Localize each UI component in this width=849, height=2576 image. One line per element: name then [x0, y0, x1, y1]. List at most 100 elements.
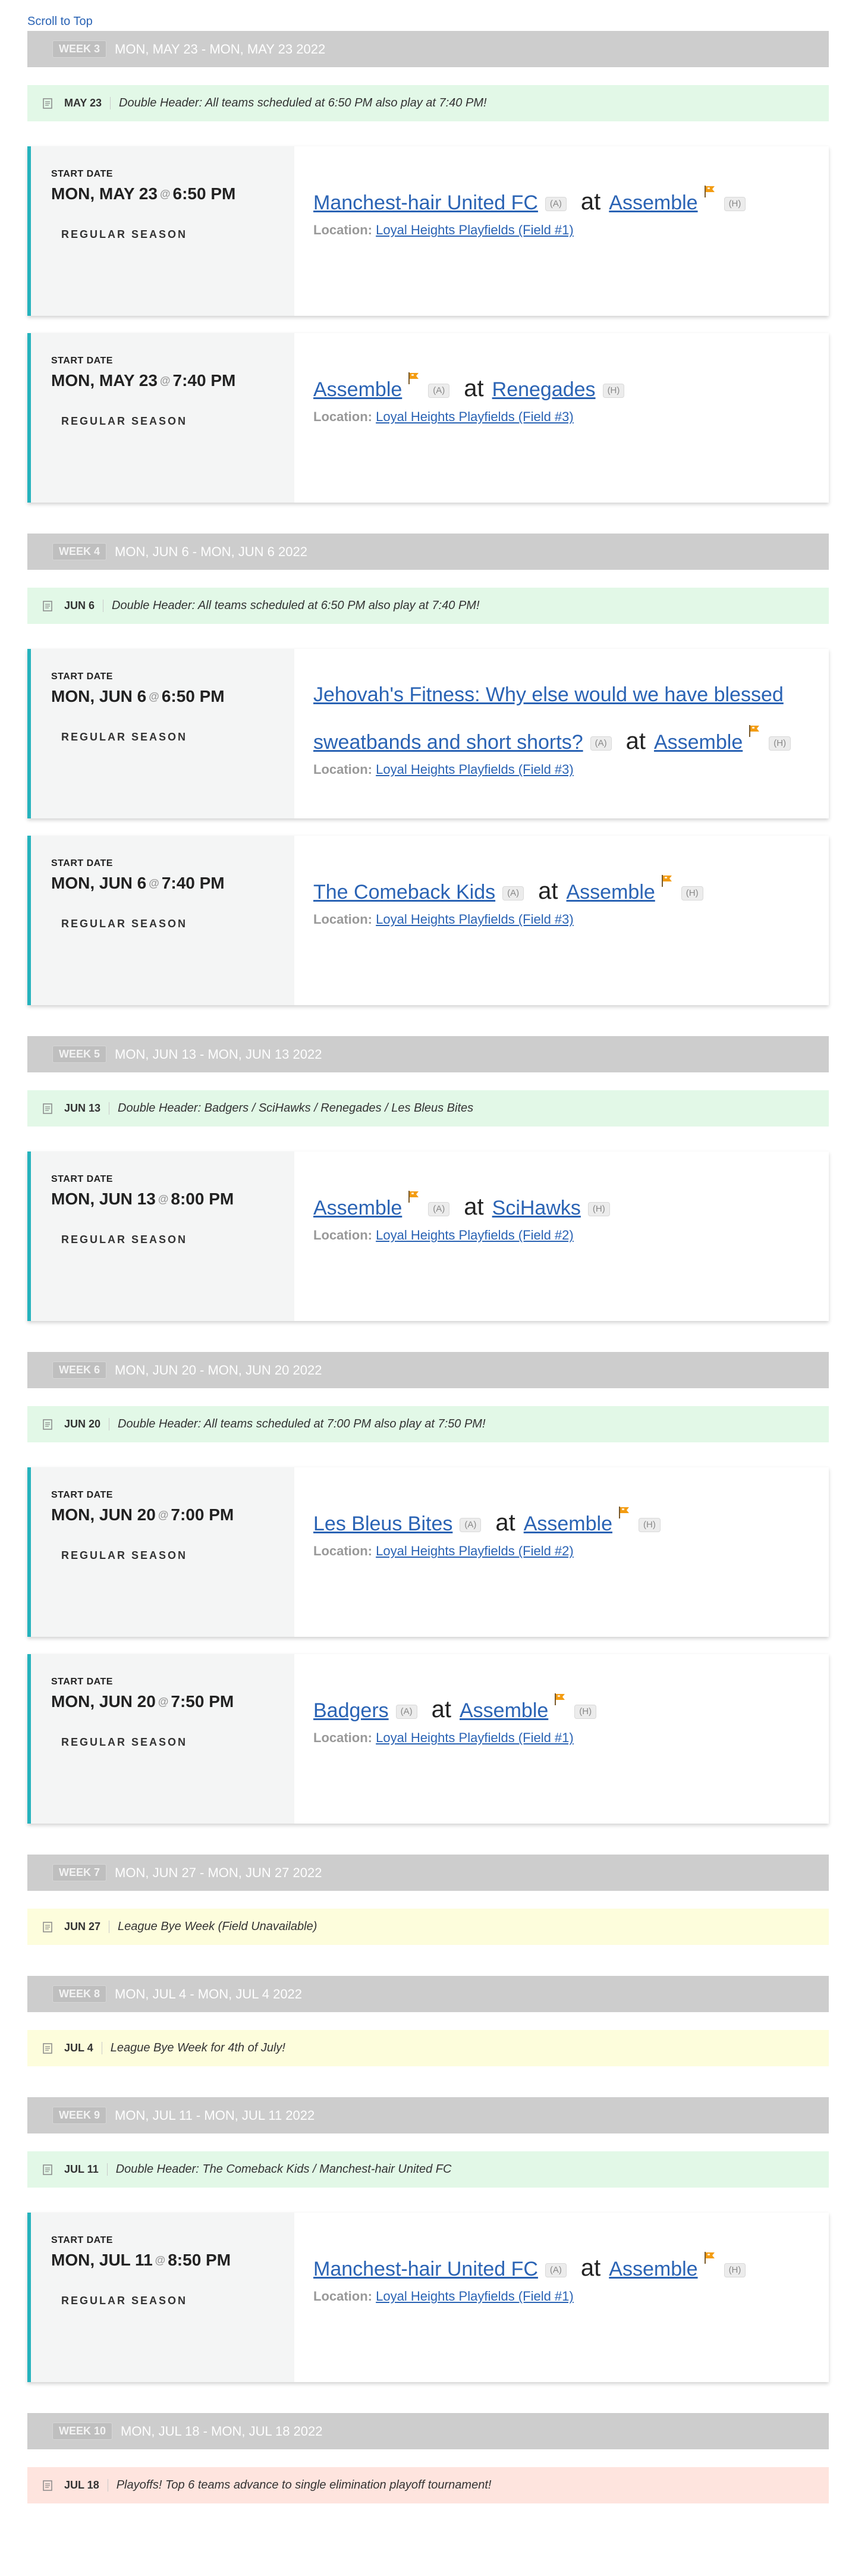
week-note: JUN 27 League Bye Week (Field Unavailabl…: [27, 1909, 829, 1945]
away-team-link[interactable]: Assemble: [313, 1197, 402, 1219]
away-tag: (A): [395, 1705, 417, 1720]
away-team-link[interactable]: Assemble: [313, 378, 402, 401]
week-range: MON, JUN 6 - MON, JUN 6 2022: [115, 544, 307, 559]
week-range: MON, JUL 18 - MON, JUL 18 2022: [121, 2423, 323, 2439]
week-header: WEEK 7 MON, JUN 27 - MON, JUN 27 2022: [27, 1855, 829, 1891]
location-label: Location:: [313, 762, 372, 777]
start-datetime: MON, JUN 20 @7:50 PM: [51, 1692, 294, 1711]
game-card[interactable]: START DATE MON, JUN 13 @8:00 PM REGULAR S…: [27, 1151, 829, 1321]
week-header: WEEK 6 MON, JUN 20 - MON, JUN 20 2022: [27, 1352, 829, 1388]
away-team-link[interactable]: Badgers: [313, 1699, 389, 1722]
game-date: MON, JUL 11: [51, 2251, 153, 2269]
home-team-link[interactable]: Assemble: [567, 881, 655, 903]
location-link[interactable]: Loyal Heights Playfields (Field #1): [376, 2289, 574, 2304]
game-date-panel: START DATE MON, JUL 11 @8:50 PM REGULAR S…: [31, 2213, 294, 2382]
away-tag: (A): [545, 197, 567, 212]
week-badge: WEEK 6: [52, 1361, 107, 1379]
at-sign-icon: @: [159, 374, 171, 387]
game-card[interactable]: START DATE MON, JUN 6 @6:50 PM REGULAR SE…: [27, 649, 829, 818]
location-link[interactable]: Loyal Heights Playfields (Field #3): [376, 409, 574, 424]
week-range: MON, JUN 27 - MON, JUN 27 2022: [115, 1865, 322, 1880]
home-team-link[interactable]: Assemble: [524, 1513, 612, 1535]
location-label: Location:: [313, 912, 372, 927]
note-date: JUN 20: [64, 1418, 110, 1430]
game-date: MON, JUN 13: [51, 1190, 156, 1208]
matchup: The Comeback Kids (A) at Assemble (H): [313, 863, 829, 911]
game-details: Manchest-hair United FC (A) at Assemble (H) …: [294, 2213, 829, 2382]
game-card[interactable]: START DATE MON, JUN 6 @7:40 PM REGULAR SE…: [27, 836, 829, 1005]
note-date: JUL 4: [64, 2042, 102, 2054]
home-tag: (H): [639, 1518, 661, 1533]
week-header: WEEK 8 MON, JUL 4 - MON, JUL 4 2022: [27, 1976, 829, 2012]
team-flag-icon: [703, 174, 717, 197]
game-time: 7:00 PM: [171, 1505, 234, 1524]
home-team-link[interactable]: Assemble: [609, 2258, 697, 2280]
note-text: Double Header: All teams scheduled at 6:…: [112, 599, 480, 612]
home-team-link[interactable]: Renegades: [492, 378, 596, 401]
note-text: Playoffs! Top 6 teams advance to single …: [116, 2478, 492, 2492]
week-badge: WEEK 10: [52, 2423, 113, 2440]
away-team-link[interactable]: Les Bleus Bites: [313, 1513, 452, 1535]
game-details: Assemble (A) at Renegades (H) Location: Loya…: [294, 333, 829, 503]
home-tag: (H): [769, 736, 791, 751]
start-datetime: MON, MAY 23 @7:40 PM: [51, 371, 294, 390]
at-word: at: [495, 1510, 515, 1536]
at-sign-icon: @: [158, 1508, 169, 1521]
season-label: REGULAR SEASON: [61, 1736, 188, 1748]
at-word: at: [464, 375, 484, 401]
game-details: Les Bleus Bites (A) at Assemble (H) Location…: [294, 1467, 829, 1637]
start-datetime: MON, JUN 6 @6:50 PM: [51, 687, 294, 706]
note-date: JUN 6: [64, 600, 104, 612]
week-note: JUN 20 Double Header: All teams schedule…: [27, 1406, 829, 1442]
note-icon: [42, 1419, 54, 1430]
game-card[interactable]: START DATE MON, JUN 20 @7:50 PM REGULAR S…: [27, 1654, 829, 1824]
week-header: WEEK 9 MON, JUL 11 - MON, JUL 11 2022: [27, 2097, 829, 2133]
location-link[interactable]: Loyal Heights Playfields (Field #3): [376, 762, 574, 777]
week-note: JUL 4 League Bye Week for 4th of July!: [27, 2030, 829, 2066]
game-card[interactable]: START DATE MON, MAY 23 @7:40 PM REGULAR S…: [27, 333, 829, 503]
game-date-panel: START DATE MON, JUN 20 @7:00 PM REGULAR S…: [31, 1467, 294, 1637]
note-icon: [42, 2480, 54, 2492]
game-time: 6:50 PM: [161, 687, 225, 705]
home-team-link[interactable]: Assemble: [609, 192, 697, 214]
start-date-label: START DATE: [51, 356, 113, 366]
note-text: Double Header: All teams scheduled at 7:…: [118, 1417, 486, 1430]
game-card[interactable]: START DATE MON, JUL 11 @8:50 PM REGULAR S…: [27, 2213, 829, 2382]
location-link[interactable]: Loyal Heights Playfields (Field #3): [376, 912, 574, 927]
away-team-link[interactable]: The Comeback Kids: [313, 881, 495, 903]
away-tag: (A): [590, 736, 612, 751]
location-label: Location:: [313, 222, 372, 237]
away-tag: (A): [428, 1202, 450, 1217]
location-link[interactable]: Loyal Heights Playfields (Field #2): [376, 1228, 574, 1242]
matchup: Jehovah's Fitness: Why else would we hav…: [313, 676, 829, 761]
at-sign-icon: @: [149, 690, 159, 702]
home-tag: (H): [602, 384, 625, 399]
game-time: 8:50 PM: [168, 2251, 231, 2269]
matchup: Assemble (A) at SciHawks (H): [313, 1179, 829, 1226]
game-details: Manchest-hair United FC (A) at Assemble (H) …: [294, 146, 829, 316]
team-flag-icon: [617, 1495, 631, 1518]
home-tag: (H): [681, 886, 703, 901]
away-team-link[interactable]: Manchest-hair United FC: [313, 2258, 538, 2280]
home-team-link[interactable]: Assemble: [654, 731, 743, 754]
start-datetime: MON, JUN 13 @8:00 PM: [51, 1190, 294, 1209]
game-card[interactable]: START DATE MON, MAY 23 @6:50 PM REGULAR S…: [27, 146, 829, 316]
matchup: Manchest-hair United FC (A) at Assemble (H): [313, 174, 829, 221]
team-flag-icon: [703, 2240, 717, 2264]
game-date-panel: START DATE MON, JUN 6 @7:40 PM REGULAR SE…: [31, 836, 294, 1005]
location-link[interactable]: Loyal Heights Playfields (Field #1): [376, 1730, 574, 1745]
game-date-panel: START DATE MON, JUN 20 @7:50 PM REGULAR S…: [31, 1654, 294, 1824]
week-note: JUN 13 Double Header: Badgers / SciHawks…: [27, 1090, 829, 1127]
team-flag-icon: [553, 1681, 567, 1705]
scroll-to-top-link[interactable]: Scroll to Top: [27, 15, 93, 29]
home-team-link[interactable]: Assemble: [460, 1699, 548, 1722]
game-card[interactable]: START DATE MON, JUN 20 @7:00 PM REGULAR S…: [27, 1467, 829, 1637]
week-range: MON, JUN 20 - MON, JUN 20 2022: [115, 1362, 322, 1378]
location-link[interactable]: Loyal Heights Playfields (Field #1): [376, 222, 574, 237]
away-team-link[interactable]: Manchest-hair United FC: [313, 192, 538, 214]
home-team-link[interactable]: SciHawks: [492, 1197, 581, 1219]
season-label: REGULAR SEASON: [61, 415, 188, 427]
game-time: 7:50 PM: [171, 1692, 234, 1711]
note-date: MAY 23: [64, 97, 111, 109]
location-link[interactable]: Loyal Heights Playfields (Field #2): [376, 1543, 574, 1558]
